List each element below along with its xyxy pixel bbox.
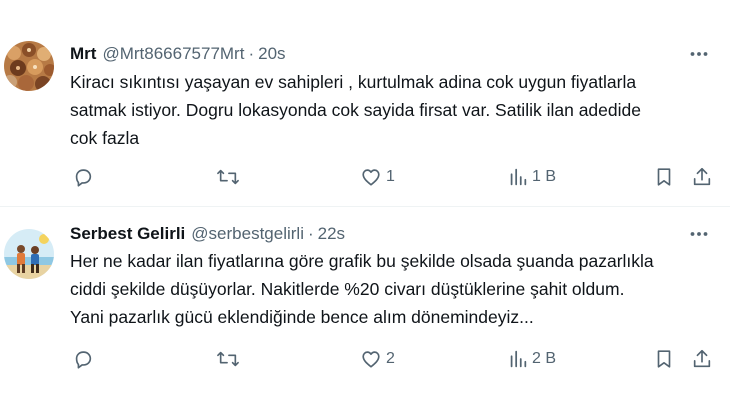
share-button[interactable]: [691, 345, 713, 373]
author-name[interactable]: Serbest Gelirli: [70, 224, 185, 244]
tweet-header: Mrt @Mrt86667577Mrt · 20s: [70, 42, 710, 66]
bookmark-icon: [657, 350, 671, 368]
retweet-icon: [217, 169, 239, 185]
bookmark-icon: [657, 168, 671, 186]
heart-icon: [362, 351, 380, 368]
tweet-text: Her ne kadar ilan fiyatlarına göre grafi…: [70, 247, 715, 331]
tweet-actions: 2 2 B: [70, 345, 712, 373]
like-button[interactable]: 2: [360, 345, 395, 373]
tweet[interactable]: Mrt @Mrt86667577Mrt · 20s Kiracı sıkıntı…: [0, 0, 730, 207]
like-button[interactable]: 1: [360, 163, 395, 191]
share-button[interactable]: [691, 163, 713, 191]
tweet-text-line: ciddi şekilde düşüyorlar. Nakitlerde %20…: [70, 279, 625, 299]
tweet-text-line: Her ne kadar ilan fiyatlarına göre grafi…: [70, 251, 654, 271]
timestamp[interactable]: 22s: [318, 224, 345, 244]
tweet-text-line: Kiracı sıkıntısı yaşayan ev sahipleri , …: [70, 72, 637, 92]
separator-dot: ·: [307, 224, 314, 243]
author-handle[interactable]: @Mrt86667577Mrt: [102, 44, 244, 64]
views-chart-icon: [510, 350, 527, 368]
author-name[interactable]: Mrt: [70, 44, 96, 64]
retweet-icon: [217, 351, 239, 367]
more-horizontal-icon[interactable]: [688, 222, 710, 246]
tweet-text: Kiracı sıkıntısı yaşayan ev sahipleri , …: [70, 68, 715, 152]
separator-dot: ·: [248, 44, 255, 63]
reply-icon: [75, 169, 92, 187]
bookmark-button[interactable]: [654, 345, 674, 373]
avatar[interactable]: [4, 229, 54, 279]
tweet-text-line: Yani pazarlık gücü eklendiğinde bence al…: [70, 307, 534, 327]
tweet[interactable]: Serbest Gelirli @serbestgelirli · 22s He…: [0, 207, 730, 420]
tweet-actions: 1 1 B: [70, 163, 712, 191]
author-handle[interactable]: @serbestgelirli: [191, 224, 304, 244]
views-chart-icon: [510, 168, 527, 186]
share-icon: [693, 167, 711, 186]
timestamp[interactable]: 20s: [258, 44, 285, 64]
avatar[interactable]: [4, 41, 54, 91]
more-horizontal-icon[interactable]: [688, 42, 710, 66]
reply-button[interactable]: [72, 345, 98, 373]
retweet-button[interactable]: [216, 345, 244, 373]
share-icon: [693, 349, 711, 368]
views-button[interactable]: 1 B: [508, 163, 556, 191]
tweet-feed: Mrt @Mrt86667577Mrt · 20s Kiracı sıkıntı…: [0, 0, 730, 420]
like-count: 2: [386, 350, 395, 367]
view-count: 2 B: [532, 350, 557, 367]
retweet-button[interactable]: [216, 163, 244, 191]
tweet-text-line: cok fazla: [70, 128, 140, 148]
view-count: 1 B: [532, 168, 557, 185]
reply-button[interactable]: [72, 163, 98, 191]
heart-icon: [362, 169, 380, 186]
reply-icon: [75, 351, 92, 369]
bookmark-button[interactable]: [654, 163, 674, 191]
like-count: 1: [386, 168, 395, 185]
tweet-header: Serbest Gelirli @serbestgelirli · 22s: [70, 222, 710, 246]
tweet-text-line: satmak istiyor. Dogru lokasyonda cok say…: [70, 100, 641, 120]
views-button[interactable]: 2 B: [508, 345, 556, 373]
